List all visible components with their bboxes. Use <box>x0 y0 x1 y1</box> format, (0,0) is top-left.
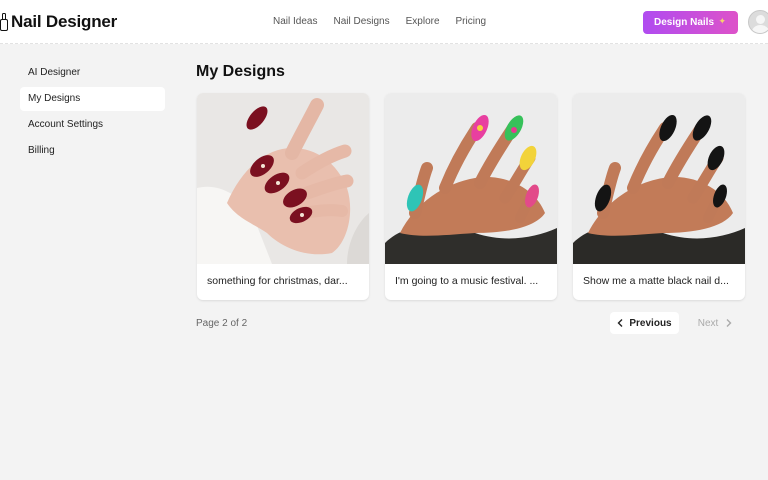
design-caption: Show me a matte black nail d... <box>583 275 729 287</box>
design-image <box>385 93 557 264</box>
brand-logo[interactable]: Nail Designer <box>0 12 117 32</box>
nav-pricing[interactable]: Pricing <box>456 16 487 27</box>
design-card[interactable]: something for christmas, dar... <box>197 93 369 300</box>
nail-polish-icon <box>0 13 8 31</box>
design-image <box>573 93 745 264</box>
nav-nail-designs[interactable]: Nail Designs <box>333 16 389 27</box>
design-image <box>197 93 369 264</box>
chevron-left-icon <box>617 319 623 327</box>
user-avatar-icon[interactable] <box>748 10 768 34</box>
nav-nail-ideas[interactable]: Nail Ideas <box>273 16 317 27</box>
design-caption: something for christmas, dar... <box>207 275 348 287</box>
page-title: My Designs <box>196 63 285 80</box>
sidebar-item-ai-designer[interactable]: AI Designer <box>20 61 165 85</box>
design-nails-button[interactable]: Design Nails ✦ <box>643 11 738 34</box>
sidebar-item-billing[interactable]: Billing <box>20 139 165 163</box>
chevron-right-icon <box>726 319 732 327</box>
pagination-status: Page 2 of 2 <box>196 318 248 329</box>
previous-label: Previous <box>629 317 672 329</box>
top-header: Nail Designer Nail Ideas Nail Designs Ex… <box>0 0 768 44</box>
design-caption: I'm going to a music festival. ... <box>395 275 539 287</box>
main-nav: Nail Ideas Nail Designs Explore Pricing <box>273 16 502 27</box>
design-card[interactable]: Show me a matte black nail d... <box>573 93 745 300</box>
nav-explore[interactable]: Explore <box>406 16 440 27</box>
design-nails-label: Design Nails <box>654 17 715 28</box>
sidebar-item-account-settings[interactable]: Account Settings <box>20 113 165 137</box>
sidebar-item-my-designs[interactable]: My Designs <box>20 87 165 111</box>
next-label: Next <box>697 317 719 329</box>
design-card[interactable]: I'm going to a music festival. ... <box>385 93 557 300</box>
sparkle-icon: ✦ <box>718 16 726 26</box>
brand-name: Nail Designer <box>11 12 118 31</box>
previous-button[interactable]: Previous <box>610 312 679 334</box>
next-button[interactable]: Next <box>686 312 744 334</box>
sidebar: AI Designer My Designs Account Settings … <box>20 61 165 165</box>
